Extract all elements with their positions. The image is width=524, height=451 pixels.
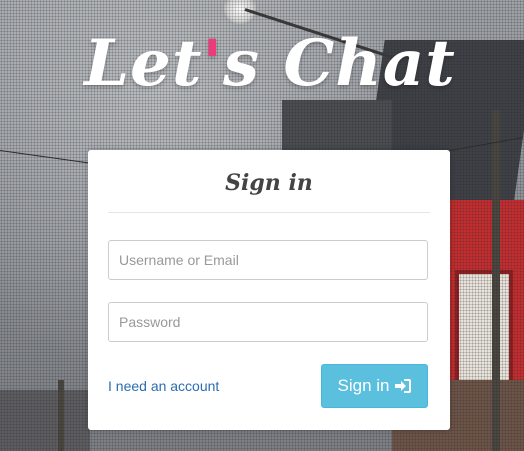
signin-button-label: Sign in — [337, 376, 390, 395]
signin-card: Sign in I need an account Sign in — [88, 150, 450, 430]
signin-title: Sign in — [108, 168, 430, 213]
utility-pole — [58, 380, 64, 451]
house-left — [0, 390, 90, 451]
utility-pole — [492, 110, 500, 451]
logo-text-start: Let — [84, 26, 203, 101]
register-link[interactable]: I need an account — [108, 377, 219, 395]
house-window — [455, 270, 513, 398]
password-input[interactable] — [108, 302, 428, 342]
logo-apostrophe: ' — [202, 26, 224, 101]
logo-text-end: s Chat — [223, 26, 456, 101]
username-input[interactable] — [108, 240, 428, 280]
app-logo: Let's Chat — [70, 14, 470, 114]
signin-button[interactable]: Sign in — [321, 364, 428, 408]
sign-in-icon — [395, 379, 412, 393]
